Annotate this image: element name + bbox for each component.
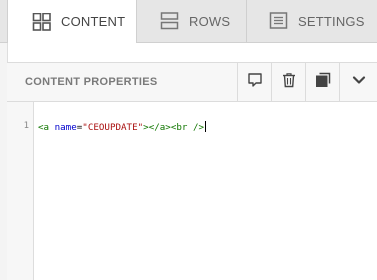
code-string: "CEOUPDATE": [82, 122, 144, 133]
tab-rows[interactable]: ROWS: [137, 0, 247, 42]
tab-content[interactable]: CONTENT: [7, 0, 137, 43]
delete-button[interactable]: [271, 63, 306, 101]
panel-title: CONTENT PROPERTIES: [25, 76, 158, 88]
comment-icon: [247, 72, 263, 93]
tab-settings-label: SETTINGS: [298, 13, 365, 29]
trash-icon: [281, 72, 297, 93]
tab-content-label: CONTENT: [61, 14, 126, 29]
duplicate-icon: [315, 72, 331, 93]
code-tag-close: ></a><br />: [143, 122, 205, 133]
comment-button[interactable]: [237, 63, 272, 101]
grid-icon: [32, 12, 52, 31]
rows-icon: [160, 12, 180, 30]
duplicate-button[interactable]: [305, 63, 340, 101]
line-number: 1: [23, 121, 29, 131]
content-properties-header: CONTENT PROPERTIES: [7, 62, 377, 102]
tab-settings[interactable]: SETTINGS: [247, 0, 377, 42]
code-line[interactable]: <a name="CEOUPDATE"></a><br />: [38, 121, 207, 133]
collapse-button[interactable]: [339, 63, 377, 101]
code-tag-open: <a: [38, 122, 55, 133]
line-number-gutter: 1: [7, 102, 34, 280]
tab-bar: CONTENT ROWS SETTINGS: [0, 0, 377, 43]
settings-list-icon: [269, 12, 289, 30]
text-cursor: [205, 121, 207, 132]
code-attribute: name: [54, 122, 77, 133]
chevron-down-icon: [351, 72, 367, 93]
code-editor[interactable]: 1 <a name="CEOUPDATE"></a><br />: [7, 102, 377, 280]
tab-rows-label: ROWS: [189, 13, 231, 29]
